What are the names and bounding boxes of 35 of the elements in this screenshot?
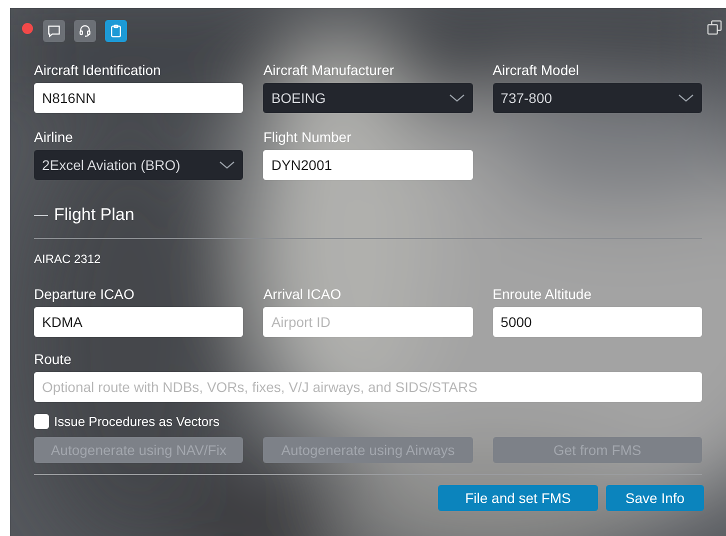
- airac-label: AIRAC 2312: [34, 250, 102, 268]
- clipboard-icon: [109, 24, 123, 38]
- collapse-toggle[interactable]: —: [34, 204, 48, 226]
- field-label: Aircraft Identification: [34, 61, 162, 79]
- chevron-down-icon: [448, 93, 465, 103]
- toolbar-tab[interactable]: [74, 20, 96, 42]
- headset-icon: [78, 24, 92, 38]
- toolbar-tab[interactable]: [105, 20, 127, 42]
- input-field[interactable]: N816NN: [34, 83, 244, 113]
- section-title: Flight Plan: [54, 204, 134, 226]
- action-button[interactable]: Save Info: [606, 485, 704, 511]
- field-label: Airline: [34, 128, 74, 146]
- field-label: Route: [34, 350, 72, 368]
- checkbox[interactable]: [34, 414, 49, 429]
- dropdown[interactable]: BOEING: [263, 83, 473, 113]
- field-label: Enroute Altitude: [492, 284, 593, 302]
- chat-icon: [47, 24, 61, 38]
- action-button[interactable]: File and set FMS: [438, 485, 598, 511]
- field-label: Aircraft Manufacturer: [263, 61, 396, 79]
- field-label: Flight Number: [263, 128, 352, 146]
- field-label: Arrival ICAO: [263, 284, 342, 302]
- dropdown[interactable]: 737-800: [492, 83, 702, 113]
- input-field[interactable]: KDMA: [34, 306, 244, 336]
- dropdown[interactable]: 2Excel Aviation (BRO): [34, 150, 244, 180]
- chevron-down-icon: [219, 160, 236, 170]
- field-label: Departure ICAO: [34, 284, 136, 302]
- input-field[interactable]: Airport ID: [263, 306, 473, 336]
- input-field[interactable]: 5000: [492, 306, 702, 336]
- input-field[interactable]: DYN2001: [263, 150, 473, 180]
- chevron-down-icon: [678, 93, 694, 103]
- undock-icon[interactable]: [707, 20, 722, 35]
- input-field[interactable]: Optional route with NDBs, VORs, fixes, V/J airways, and SIDS/STARS: [34, 372, 702, 402]
- checkbox-label: Issue Procedures as Vectors: [54, 412, 220, 430]
- toolbar-tab[interactable]: [43, 20, 65, 42]
- field-label: Aircraft Model: [492, 61, 580, 79]
